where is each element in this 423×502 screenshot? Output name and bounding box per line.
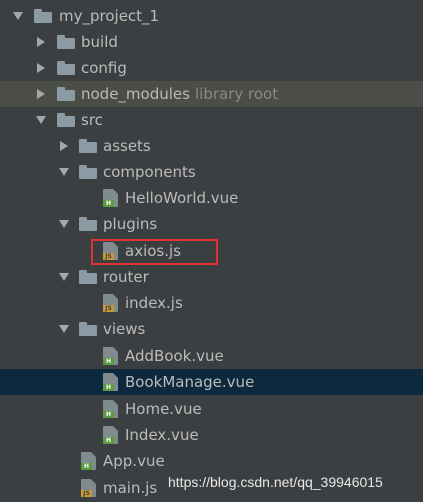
- js-file-icon: JS: [103, 294, 118, 312]
- folder-icon: [79, 270, 97, 284]
- tree-item-src[interactable]: src: [0, 107, 423, 133]
- vue-badge: H: [103, 411, 114, 418]
- watermark: https://blog.csdn.net/qq_39946015: [168, 474, 383, 490]
- vue-file-icon: H: [103, 373, 118, 391]
- vue-badge: H: [103, 437, 114, 444]
- vue-file-icon: H: [81, 452, 96, 470]
- vue-file-icon: H: [103, 189, 118, 207]
- tree-item-label: build: [81, 33, 118, 51]
- vue-badge: H: [103, 358, 114, 365]
- tree-item-label: my_project_1: [59, 7, 160, 25]
- vue-badge: H: [81, 463, 92, 470]
- folder-icon: [79, 165, 97, 179]
- folder-icon: [34, 9, 52, 23]
- tree-item-label: assets: [103, 137, 151, 155]
- vue-badge: H: [103, 384, 114, 391]
- js-file-icon: JS: [103, 242, 118, 260]
- tree-item-label: node_modules: [81, 85, 190, 103]
- tree-item-axios-js[interactable]: JS axios.js: [0, 238, 423, 264]
- js-badge: JS: [103, 305, 114, 312]
- folder-icon: [79, 139, 97, 153]
- chevron-right-icon[interactable]: [34, 81, 48, 107]
- tree-item-label: Home.vue: [125, 400, 202, 418]
- js-badge: JS: [81, 490, 92, 497]
- folder-icon: [57, 35, 75, 49]
- tree-item-bookmanage-vue[interactable]: H BookManage.vue: [0, 369, 423, 395]
- chevron-down-icon[interactable]: [57, 316, 71, 342]
- chevron-down-icon[interactable]: [57, 211, 71, 237]
- folder-icon: [57, 61, 75, 75]
- tree-item-index-vue[interactable]: H Index.vue: [0, 422, 423, 448]
- chevron-right-icon[interactable]: [34, 29, 48, 55]
- tree-item-helloworld-vue[interactable]: H HelloWorld.vue: [0, 185, 423, 211]
- tree-item-label: HelloWorld.vue: [125, 189, 239, 207]
- tree-item-my-project-1[interactable]: my_project_1: [0, 3, 423, 29]
- tree-item-label: axios.js: [125, 242, 181, 260]
- tree-item-config[interactable]: config: [0, 55, 423, 81]
- vue-file-icon: H: [103, 347, 118, 365]
- vue-badge: H: [103, 200, 114, 207]
- tree-item-views[interactable]: views: [0, 316, 423, 342]
- folder-icon: [79, 322, 97, 336]
- tree-item-label: config: [81, 59, 127, 77]
- tree-item-label: index.js: [125, 294, 183, 312]
- tree-item-label: router: [103, 268, 149, 286]
- chevron-down-icon[interactable]: [57, 159, 71, 185]
- chevron-right-icon[interactable]: [34, 55, 48, 81]
- tree-item-plugins[interactable]: plugins: [0, 211, 423, 237]
- tree-item-label: App.vue: [103, 452, 165, 470]
- tree-item-label: AddBook.vue: [125, 347, 224, 365]
- js-badge: JS: [103, 253, 114, 260]
- chevron-down-icon[interactable]: [57, 264, 71, 290]
- tree-item-label: main.js: [103, 479, 158, 497]
- tree-item-index-js[interactable]: JS index.js: [0, 290, 423, 316]
- tree-item-router[interactable]: router: [0, 264, 423, 290]
- vue-file-icon: H: [103, 426, 118, 444]
- tree-item-components[interactable]: components: [0, 159, 423, 185]
- tree-item-addbook-vue[interactable]: H AddBook.vue: [0, 343, 423, 369]
- folder-icon: [79, 217, 97, 231]
- tree-item-label: plugins: [103, 215, 158, 233]
- tree-item-build[interactable]: build: [0, 29, 423, 55]
- tree-item-label: BookManage.vue: [125, 373, 255, 391]
- tree-item-assets[interactable]: assets: [0, 133, 423, 159]
- tree-item-home-vue[interactable]: H Home.vue: [0, 396, 423, 422]
- folder-icon: [57, 87, 75, 101]
- tree-item-label: views: [103, 320, 146, 338]
- vue-file-icon: H: [103, 400, 118, 418]
- tree-item-label: Index.vue: [125, 426, 199, 444]
- tree-item-node-modules[interactable]: node_modules library root: [0, 81, 423, 107]
- js-file-icon: JS: [81, 479, 96, 497]
- chevron-down-icon[interactable]: [34, 107, 48, 133]
- folder-icon: [57, 113, 75, 127]
- tree-item-label: src: [81, 111, 103, 129]
- chevron-down-icon[interactable]: [11, 3, 25, 29]
- chevron-right-icon[interactable]: [57, 133, 71, 159]
- tree-item-label: components: [103, 163, 196, 181]
- library-root-hint: library root: [195, 85, 279, 103]
